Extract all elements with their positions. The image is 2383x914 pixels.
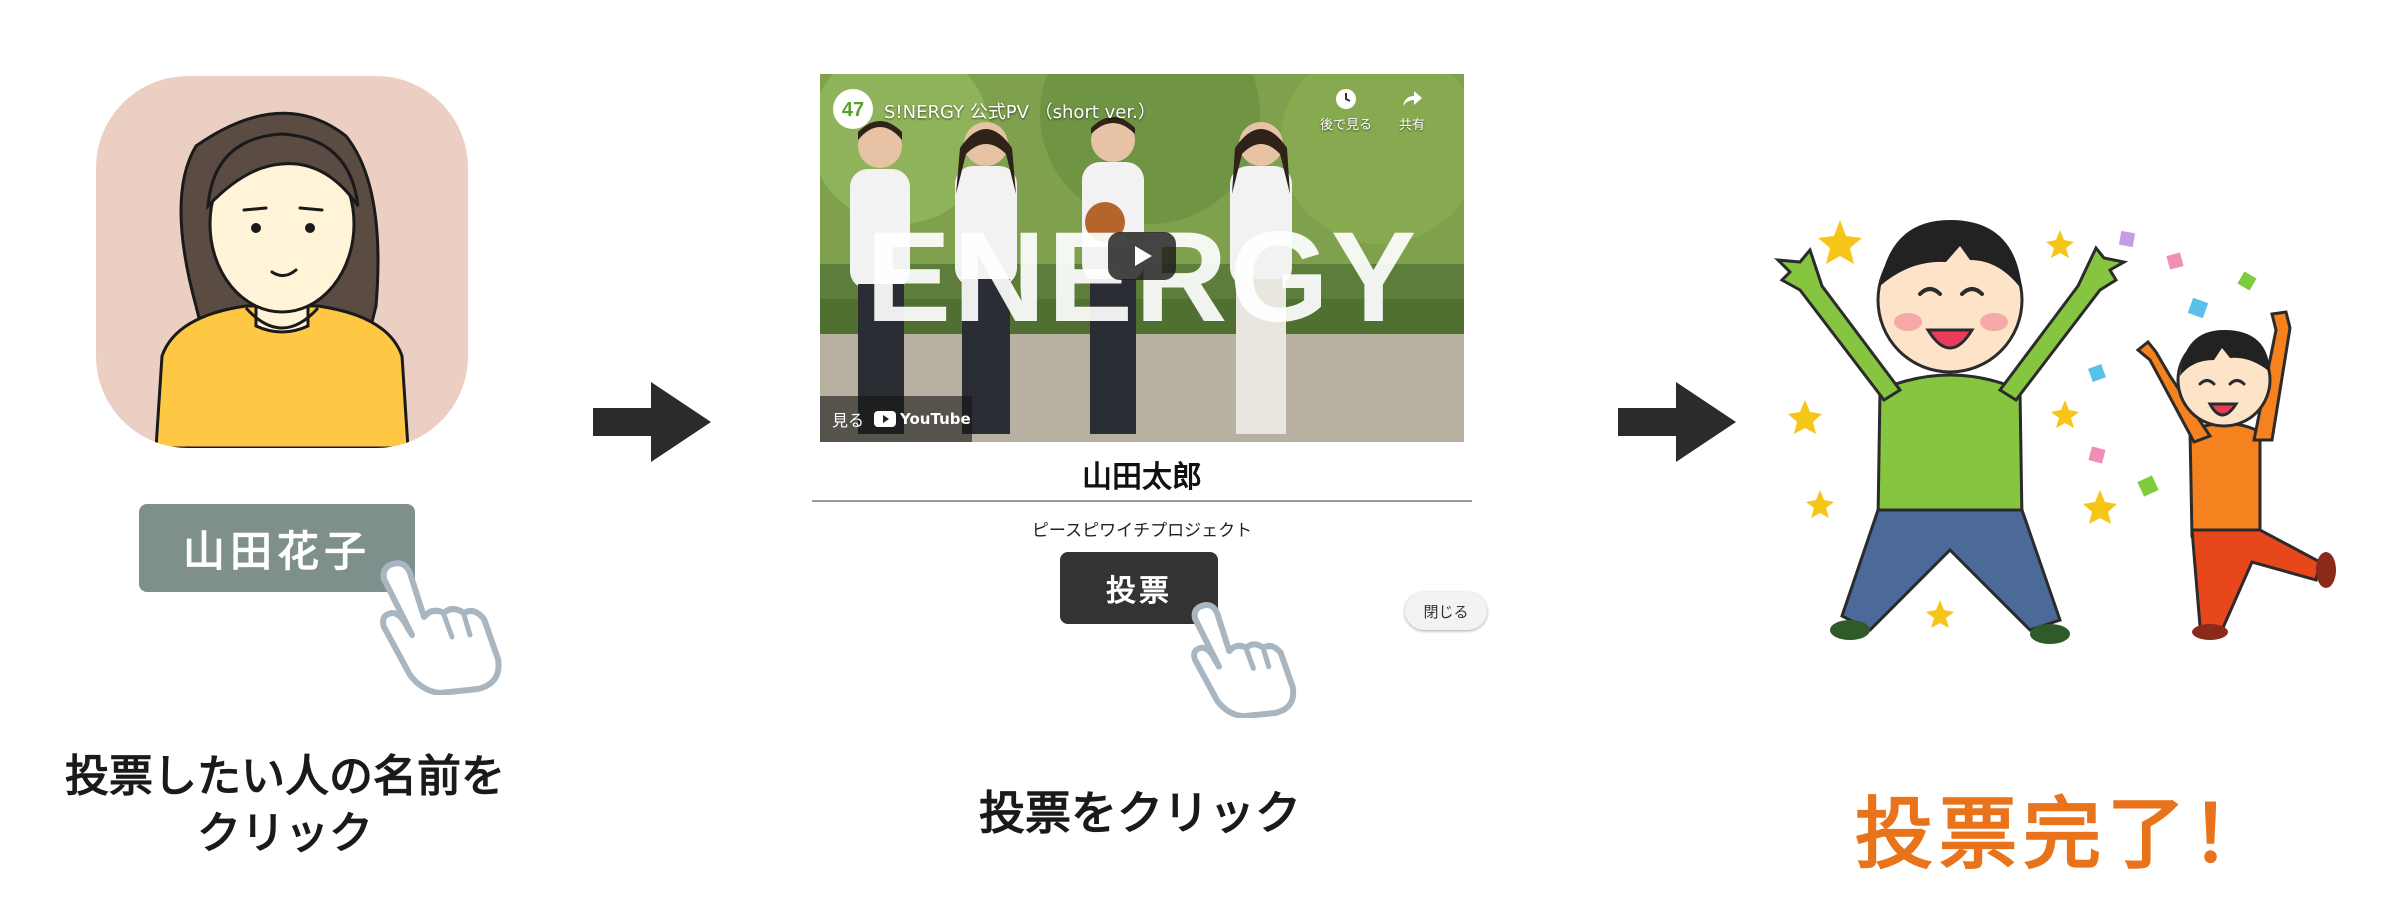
step1-caption-line2: クリック <box>197 808 373 860</box>
youtube-logo-icon <box>874 411 897 427</box>
pointing-hand-icon <box>380 560 502 695</box>
share-arrow-icon <box>1403 91 1422 106</box>
play-button[interactable] <box>1108 232 1176 280</box>
right-arrow-icon <box>1618 382 1736 462</box>
right-arrow-icon <box>593 382 711 462</box>
step1-caption-line1: 投票したい人の名前を <box>65 751 505 802</box>
video-title[interactable]: S!NERGY 公式PV （short ver.） <box>884 98 1156 124</box>
share-label: 共有 <box>1398 118 1425 133</box>
step2-caption: 投票をクリック <box>979 786 1301 840</box>
vote-complete-message: 投票完了！ <box>1855 790 2276 880</box>
step1-caption: 投票したい人の名前を クリック <box>20 748 550 862</box>
watch-on-youtube-link[interactable]: 見る YouTube <box>820 396 972 442</box>
close-button[interactable]: 閉じる <box>1405 592 1487 630</box>
youtube-wordmark: YouTube <box>900 410 971 428</box>
divider <box>812 500 1472 502</box>
watch-later-button[interactable]: 後で見る <box>1316 88 1376 133</box>
share-button[interactable]: 共有 <box>1390 88 1434 133</box>
channel-logo-icon[interactable]: 47 <box>832 88 874 130</box>
avatar-tile <box>96 76 468 448</box>
watch-later-label: 後で見る <box>1319 118 1372 133</box>
celebrating-kids-illustration <box>1774 220 2336 644</box>
woman-avatar-illustration <box>154 111 410 448</box>
candidate-project: ピースピワイチプロジェクト <box>1031 521 1253 541</box>
pointing-hand-icon <box>1191 602 1297 718</box>
svg-text:47: 47 <box>842 99 864 121</box>
clock-icon <box>1336 89 1356 109</box>
watch-on-label: 見る <box>832 411 865 430</box>
video-player[interactable]: 47 S!NERGY 公式PV （short ver.） 後で見る 共有 ENE… <box>820 74 1464 442</box>
candidate-name: 山田太郎 <box>1082 460 1202 495</box>
play-icon <box>1135 246 1152 266</box>
